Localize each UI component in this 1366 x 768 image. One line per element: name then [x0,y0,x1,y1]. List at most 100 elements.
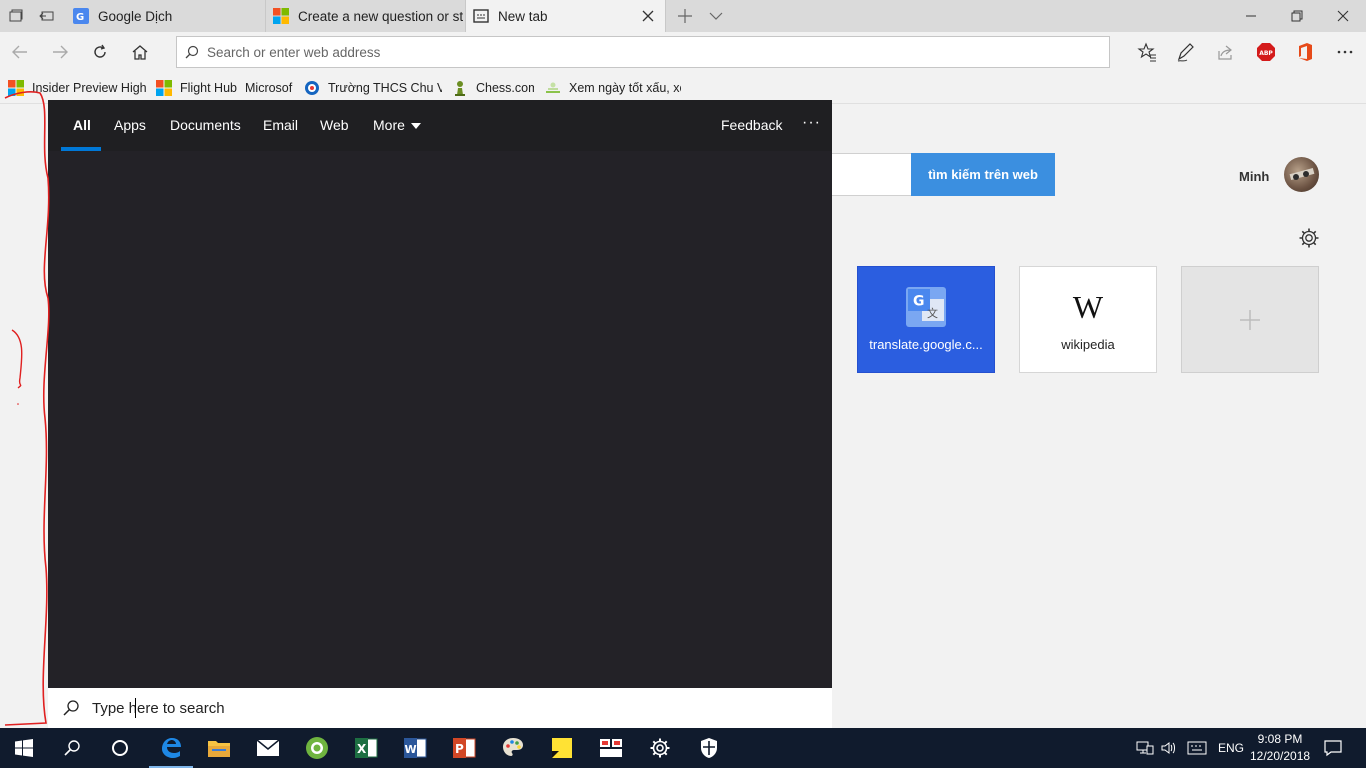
tab-email[interactable]: Email [263,117,298,133]
taskbar-file-explorer[interactable] [195,728,243,768]
touch-keyboard-button[interactable] [1184,728,1210,768]
svg-text:文: 文 [927,306,938,320]
favorite-label: Flight Hub [180,81,237,95]
back-button[interactable] [8,40,32,64]
more-options-button[interactable]: ··· [802,114,821,132]
shield-icon [701,738,717,758]
tab-documents[interactable]: Documents [170,117,241,133]
cortana-button[interactable] [96,728,144,768]
action-center-button[interactable] [1318,728,1348,768]
top-site-tile-wikipedia[interactable]: W wikipedia [1019,266,1157,373]
favorite-flight-hub[interactable]: Flight Hub [156,79,240,97]
taskbar-powerpoint[interactable]: P [440,728,488,768]
address-bar[interactable] [176,36,1110,68]
search-icon [185,45,199,59]
search-icon [64,740,80,756]
microsoft-icon [273,8,289,24]
chevron-down-icon[interactable] [707,7,725,25]
taskbar-paint[interactable] [489,728,537,768]
speaker-icon [1161,742,1175,754]
close-icon[interactable] [641,9,655,23]
input-language-button[interactable]: ENG [1214,728,1248,768]
minimize-button[interactable] [1228,0,1274,32]
refresh-button[interactable] [88,40,112,64]
top-site-tile-translate[interactable]: G文 translate.google.c... [857,266,995,373]
cortana-icon [112,740,128,756]
svg-text:G: G [913,294,925,310]
add-tab-icon[interactable] [676,7,694,25]
set-tabs-aside-icon[interactable] [39,8,55,24]
tab-web[interactable]: Web [320,117,349,133]
taskbar-sticky-notes[interactable] [538,728,586,768]
school-icon [305,81,319,95]
clock[interactable]: 9:08 PM 12/20/2018 [1250,731,1310,765]
taskbar-excel[interactable]: X [342,728,390,768]
search-button[interactable] [48,728,96,768]
favorite-label: Xem ngày tốt xấu, xe [569,81,681,95]
taskbar-windows-security[interactable] [685,728,733,768]
gear-icon [650,738,670,758]
taskbar-unikey[interactable] [587,728,635,768]
taskbar-word[interactable]: W [391,728,439,768]
restore-button[interactable] [1274,0,1320,32]
favorite-chess[interactable]: Chess.com [452,79,534,97]
svg-text:W: W [405,743,417,756]
adblock-plus-button[interactable]: ABP [1254,40,1278,64]
plus-icon [1240,309,1260,330]
active-tab-indicator [61,147,101,151]
tile-label: wikipedia [1061,337,1115,352]
adblock-icon: ABP [1257,43,1275,61]
address-input[interactable] [205,43,1085,61]
taskbar-search-box[interactable] [48,688,832,728]
arrow-left-icon [12,45,27,59]
google-translate-icon: G [73,8,89,24]
web-note-button[interactable] [1174,40,1198,64]
settings-more-button[interactable] [1333,40,1357,64]
close-window-button[interactable] [1320,0,1366,32]
favorite-microsoft[interactable]: Microsof [245,79,297,97]
mail-icon [256,739,280,756]
caret-down-icon [410,123,421,130]
svg-text:P: P [455,742,464,756]
share-button[interactable] [1213,40,1237,64]
start-button[interactable] [0,728,48,768]
tab-sets-aside-icon[interactable] [8,8,24,24]
keyboard-icon [1187,741,1207,755]
favorite-label: Chess.com [476,81,534,95]
web-search-button[interactable]: tìm kiếm trên web [911,153,1055,196]
home-button[interactable] [128,40,152,64]
forward-button[interactable] [48,40,72,64]
network-tray-button[interactable] [1134,728,1156,768]
tab-more[interactable]: More [373,117,421,133]
favorite-insider-preview[interactable]: Insider Preview Highl [8,79,146,97]
page-settings-button[interactable] [1298,227,1320,249]
taskbar: X W P ENG 9:08 PM 12/20/2018 [0,728,1366,768]
taskbar-edge[interactable] [147,728,195,768]
tab-all[interactable]: All [73,117,91,133]
microsoft-icon [156,80,172,96]
tab-more-label: More [373,117,405,133]
favorite-truong-thcs[interactable]: Trường THCS Chu Văi [304,79,442,97]
taskbar-mail[interactable] [244,728,292,768]
volume-tray-button[interactable] [1158,728,1180,768]
arrow-right-icon [53,45,68,59]
share-icon [1218,45,1232,60]
user-name[interactable]: Minh [1239,169,1269,184]
office-button[interactable] [1293,40,1317,64]
favorite-xem-ngay[interactable]: Xem ngày tốt xấu, xe [545,79,681,97]
avatar[interactable] [1284,157,1319,192]
text-cursor [135,698,136,718]
tab-create-question[interactable]: Create a new question or st [266,0,466,32]
favorites-button[interactable] [1135,40,1159,64]
add-top-site-tile[interactable] [1181,266,1319,373]
taskbar-coc-coc[interactable] [293,728,341,768]
tab-new-tab[interactable]: New tab [466,0,666,32]
tab-google-dich[interactable]: G Google Dịch [66,0,266,32]
feedback-button[interactable]: Feedback [721,117,782,133]
tab-title: Google Dịch [98,8,173,24]
tab-apps[interactable]: Apps [114,117,146,133]
taskbar-settings[interactable] [636,728,684,768]
tab-strip: G Google Dịch Create a new question or s… [0,0,1366,32]
search-input[interactable] [90,698,790,718]
microsoft-icon [8,80,24,96]
